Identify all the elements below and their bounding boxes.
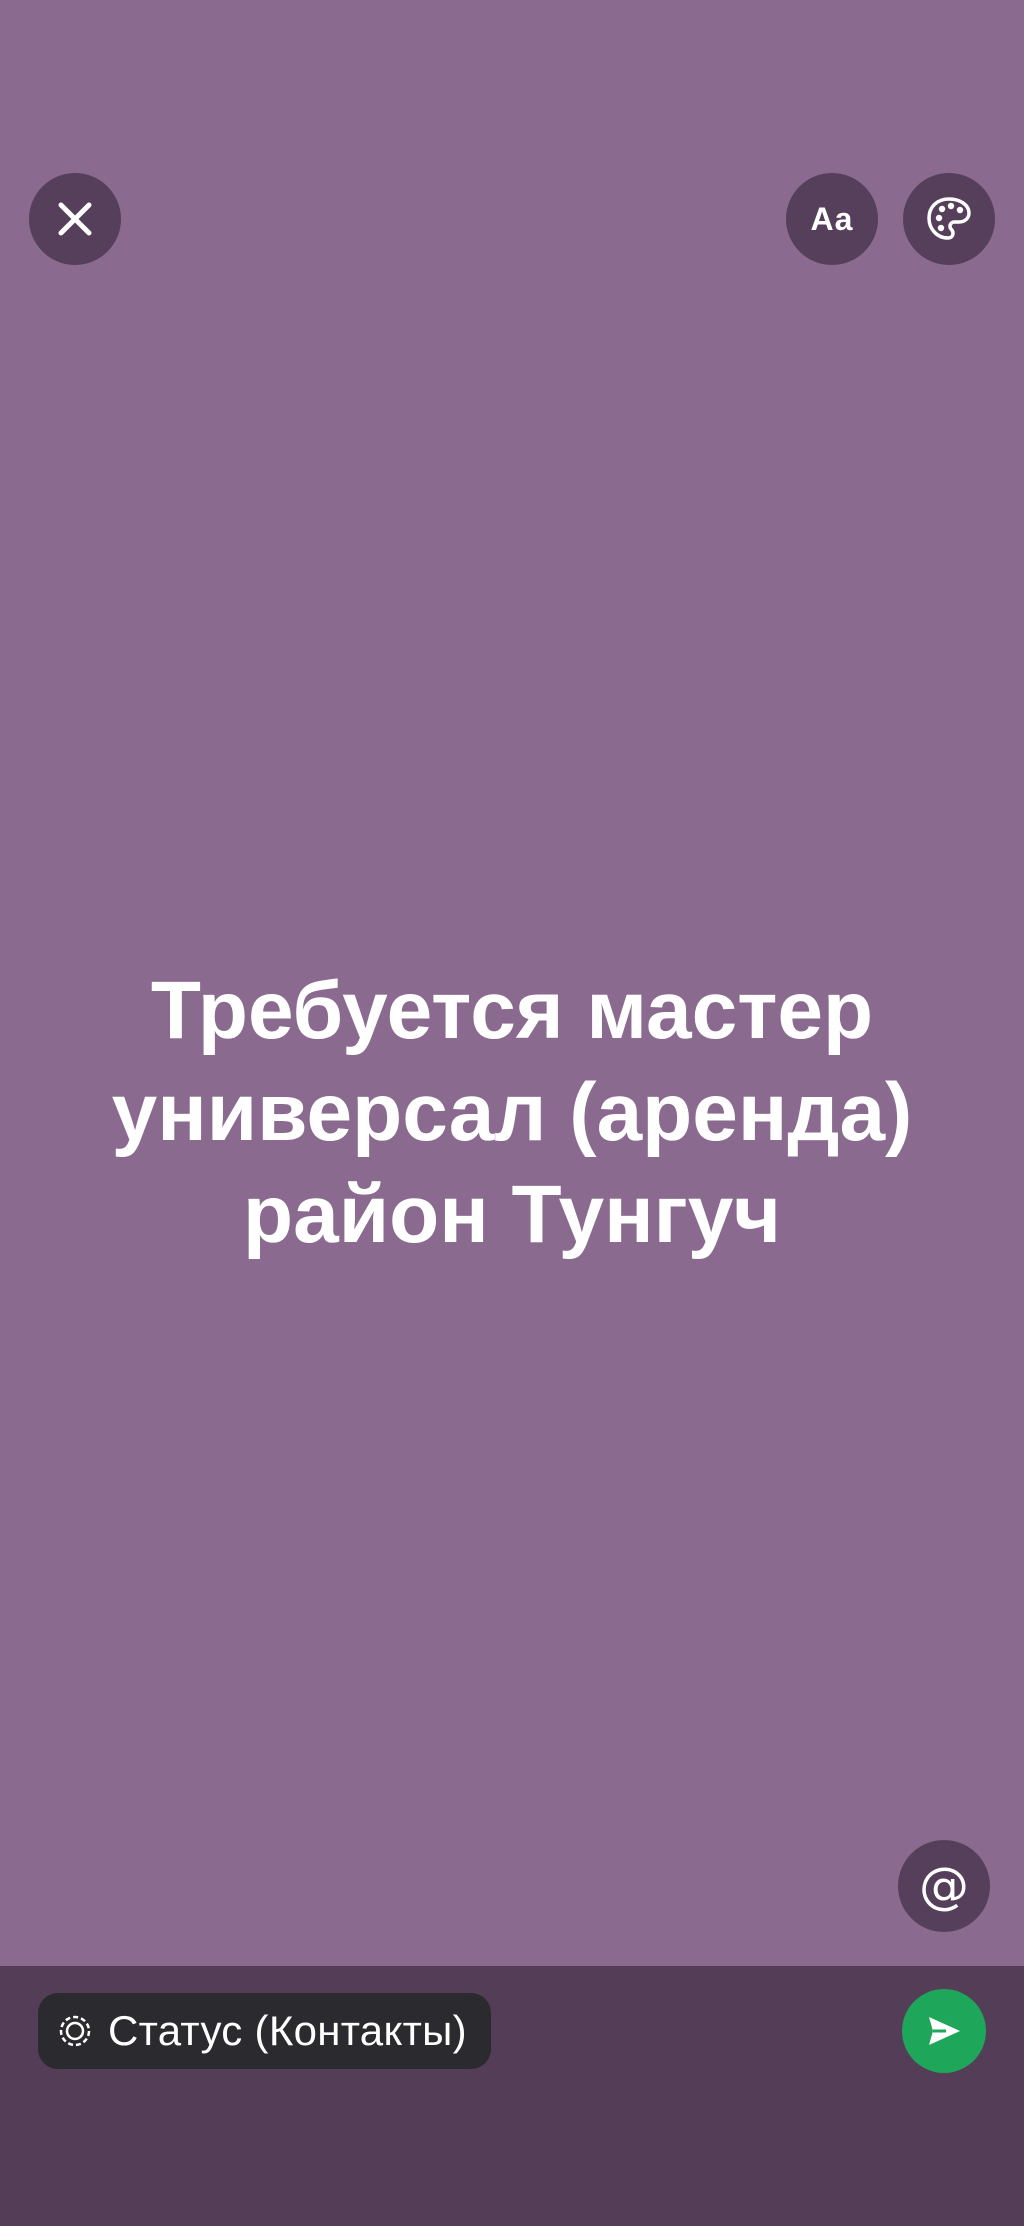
mention-icon: @ xyxy=(919,1857,969,1915)
status-editor-screen: Aa Требуется мастер универсал (аренда) р… xyxy=(0,0,1024,2226)
palette-icon xyxy=(927,197,971,240)
status-text[interactable]: Требуется мастер универсал (аренда) райо… xyxy=(40,960,984,1266)
send-button[interactable] xyxy=(902,1989,986,2073)
mention-button[interactable]: @ xyxy=(898,1840,990,1932)
status-audience-button[interactable]: Статус (Контакты) xyxy=(38,1993,491,2069)
close-icon xyxy=(58,202,92,236)
status-icon xyxy=(58,2014,92,2048)
background-color-button[interactable] xyxy=(903,173,995,265)
font-style-label: Aa xyxy=(810,200,854,237)
send-icon xyxy=(929,2017,960,2045)
status-audience-label: Статус (Контакты) xyxy=(108,2007,467,2054)
close-button[interactable] xyxy=(29,173,121,265)
font-style-button[interactable]: Aa xyxy=(786,173,878,265)
